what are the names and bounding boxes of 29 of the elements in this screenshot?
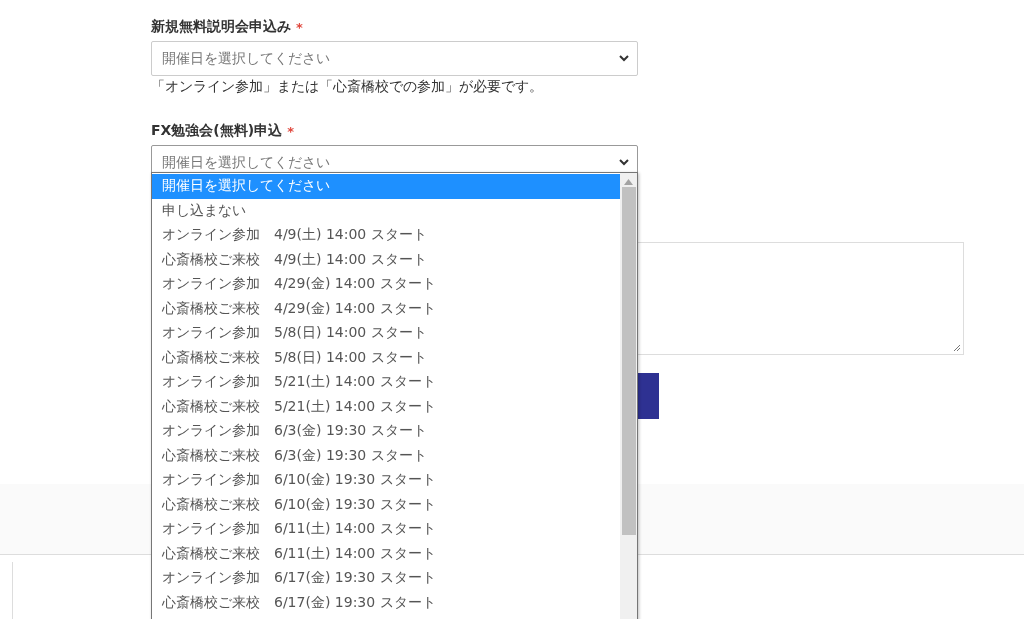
divider: [12, 562, 13, 619]
date-select[interactable]: 開催日を選択してください: [151, 41, 638, 76]
resize-grip-icon[interactable]: [952, 343, 961, 352]
dropdown-option[interactable]: 心斎橋校ご来校 6/3(金) 19:30 スタート: [152, 443, 620, 468]
dropdown-option[interactable]: 心斎橋校ご来校 4/29(金) 14:00 スタート: [152, 296, 620, 321]
dropdown-option[interactable]: 心斎橋校ご来校 4/9(土) 14:00 スタート: [152, 247, 620, 272]
dropdown-option[interactable]: オンライン参加 6/17(金) 19:30 スタート: [152, 566, 620, 591]
chevron-down-icon: [619, 159, 629, 166]
dropdown-option[interactable]: オンライン参加 6/11(土) 14:00 スタート: [152, 517, 620, 542]
scrollbar[interactable]: [620, 173, 637, 619]
chevron-down-icon: [619, 55, 629, 62]
required-mark: *: [287, 123, 294, 139]
dropdown-option[interactable]: オンライン参加 6/10(金) 19:30 スタート: [152, 468, 620, 493]
dropdown-option[interactable]: 心斎橋校ご来校 5/21(土) 14:00 スタート: [152, 394, 620, 419]
dropdown-option[interactable]: オンライン参加 5/21(土) 14:00 スタート: [152, 370, 620, 395]
dropdown-option[interactable]: 心斎橋校ご来校 5/8(日) 14:00 スタート: [152, 345, 620, 370]
dropdown-option[interactable]: オンライン参加 6/3(金) 19:30 スタート: [152, 419, 620, 444]
required-mark: *: [296, 19, 303, 35]
dropdown-option[interactable]: 心斎橋校ご来校 6/17(金) 19:30 スタート: [152, 590, 620, 615]
dropdown-option[interactable]: 心斎橋校ご来校 6/10(金) 19:30 スタート: [152, 492, 620, 517]
dropdown-option[interactable]: 心斎橋校ご来校 6/11(土) 14:00 スタート: [152, 541, 620, 566]
dropdown-option[interactable]: オンライン参加 4/29(金) 14:00 スタート: [152, 272, 620, 297]
dropdown-option[interactable]: オンライン参加 5/8(日) 14:00 スタート: [152, 321, 620, 346]
help-text: 「オンライン参加」または「心斎橋校での参加」が必要です。: [151, 78, 544, 96]
dropdown-option[interactable]: オンライン参加 4/9(土) 14:00 スタート: [152, 223, 620, 248]
field-label: 新規無料説明会申込み: [151, 18, 291, 36]
scrollbar-thumb[interactable]: [621, 187, 636, 535]
field-label: FX勉強会(無料)申込: [151, 122, 283, 140]
dropdown-option[interactable]: 申し込まない: [152, 198, 620, 223]
